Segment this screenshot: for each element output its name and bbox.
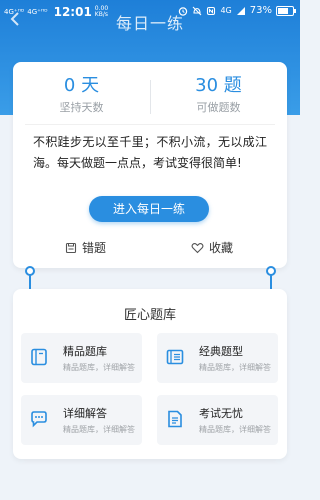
tile-detailed-answers[interactable]: 详细解答 精品题库，详细解答 — [21, 395, 142, 445]
tile-desc: 精品题库，详细解答 — [63, 363, 135, 372]
favorites-label: 收藏 — [209, 241, 234, 255]
wrong-questions-link[interactable]: 错题 — [65, 239, 106, 256]
wrong-questions-label: 错题 — [82, 241, 107, 255]
document-icon — [168, 410, 182, 428]
tile-name: 详细解答 — [63, 407, 107, 420]
question-library-card: 匠心题库 精品题库 精品题库，详细解答 经典题型 精品题库，详细解答 详细解答 … — [13, 289, 287, 459]
questions-value: 30 题 — [195, 75, 242, 96]
tile-desc: 精品题库，详细解答 — [199, 363, 271, 372]
heart-icon — [191, 242, 204, 253]
chat-icon — [31, 411, 47, 428]
wrong-questions-icon — [65, 242, 77, 253]
tile-desc: 精品题库，详细解答 — [63, 425, 135, 434]
connector-left-top-dot — [25, 266, 35, 276]
stat-questions: 30 题 可做题数 — [150, 75, 287, 115]
motivation-quote: 不积跬步无以至千里；不积小流，无以成江海。每天做题一点点，考试变得很简单! — [33, 135, 267, 170]
library-title: 匠心题库 — [123, 308, 176, 323]
title-bar: 每日一练 — [0, 8, 300, 33]
page-title: 每日一练 — [115, 14, 184, 33]
tile-name: 精品题库 — [63, 345, 107, 358]
daily-practice-card: 0 天 坚持天数 30 题 可做题数 不积跬步无以至千里；不积小流，无以成江海。… — [13, 62, 287, 268]
list-icon — [166, 349, 184, 365]
book-icon — [31, 348, 47, 366]
tile-classic-types[interactable]: 经典题型 精品题库，详细解答 — [157, 333, 278, 383]
days-label: 坚持天数 — [59, 101, 104, 114]
questions-label: 可做题数 — [196, 101, 241, 114]
tile-exam-worry-free[interactable]: 考试无忧 精品题库，详细解答 — [157, 395, 278, 445]
days-value: 0 天 — [63, 75, 100, 96]
connector-right-top-dot — [266, 266, 276, 276]
favorites-link[interactable]: 收藏 — [191, 239, 233, 256]
tile-premium-library[interactable]: 精品题库 精品题库，详细解答 — [21, 333, 142, 383]
stat-days: 0 天 坚持天数 — [13, 75, 150, 115]
tile-name: 经典题型 — [199, 345, 243, 358]
tile-desc: 精品题库，详细解答 — [199, 425, 271, 434]
enter-daily-practice-button[interactable]: 进入每日一练 — [89, 196, 209, 222]
card-divider — [25, 124, 275, 125]
tile-name: 考试无忧 — [199, 407, 243, 420]
